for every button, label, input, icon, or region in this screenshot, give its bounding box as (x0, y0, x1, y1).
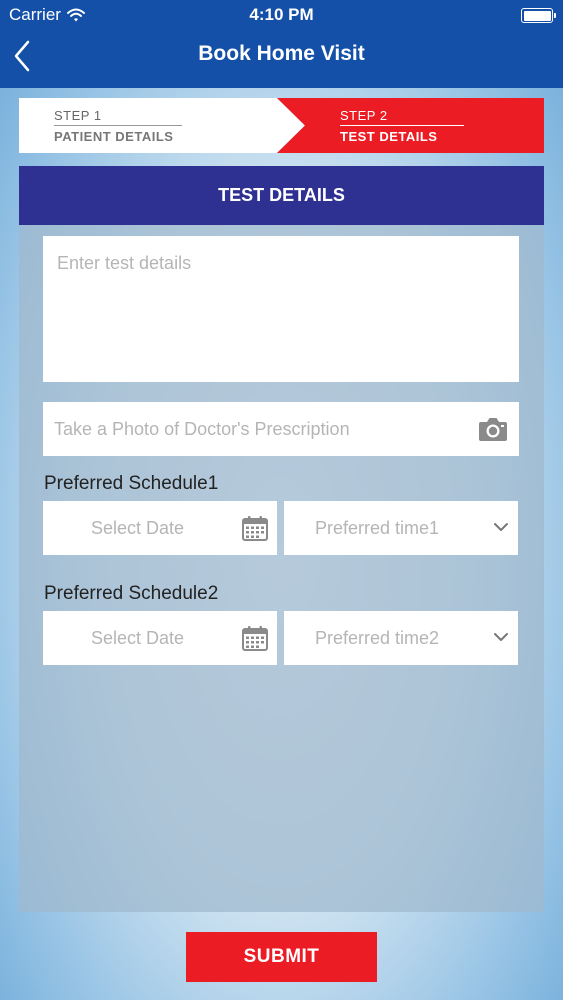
schedule-2-date-field[interactable]: Select Date (43, 611, 277, 665)
step-1-name: PATIENT DETAILS (54, 129, 174, 144)
prescription-photo-label: Take a Photo of Doctor's Prescription (54, 419, 350, 439)
calendar-icon (242, 626, 268, 651)
calendar-icon (242, 516, 268, 541)
step-1-rule (54, 125, 182, 126)
schedule-2-date-placeholder: Select Date (91, 628, 185, 648)
app-header: Carrier 4:10 PM Book Home Visit (0, 0, 563, 88)
step-2-name: TEST DETAILS (340, 129, 438, 144)
battery-icon (521, 8, 556, 23)
camera-icon[interactable] (477, 415, 509, 443)
schedule-1-date-placeholder: Select Date (91, 518, 185, 538)
test-details-input[interactable] (43, 236, 519, 382)
schedule-1-time-placeholder: Preferred time1 (315, 518, 440, 538)
schedule-1-time-select[interactable]: Preferred time1 (284, 501, 518, 555)
page-title: Book Home Visit (198, 42, 365, 65)
step-2-rule (340, 125, 464, 126)
schedule-2-time-select[interactable]: Preferred time2 (284, 611, 518, 665)
test-details-panel: TEST DETAILS Take a Photo of Doctor's Pr… (19, 166, 544, 912)
chevron-down-icon (494, 523, 508, 531)
step-2[interactable]: STEP 2 TEST DETAILS (305, 98, 544, 153)
step-2-number: STEP 2 (340, 108, 388, 123)
status-time: 4:10 PM (249, 5, 314, 24)
step-1[interactable]: STEP 1 PATIENT DETAILS (19, 98, 289, 153)
schedule-2-label: Preferred Schedule2 (44, 583, 219, 604)
chevron-down-icon (494, 633, 508, 641)
schedule-1-date-field[interactable]: Select Date (43, 501, 277, 555)
submit-button[interactable]: SUBMIT (186, 932, 377, 982)
stepper: STEP 1 PATIENT DETAILS STEP 2 TEST DETAI… (19, 98, 544, 153)
panel-title: TEST DETAILS (19, 166, 544, 225)
status-bar: Carrier 4:10 PM (0, 0, 563, 30)
step-1-number: STEP 1 (54, 108, 102, 123)
schedule-2-time-placeholder: Preferred time2 (315, 628, 440, 648)
prescription-photo-field[interactable]: Take a Photo of Doctor's Prescription (43, 402, 519, 456)
schedule-1-label: Preferred Schedule1 (44, 473, 219, 494)
